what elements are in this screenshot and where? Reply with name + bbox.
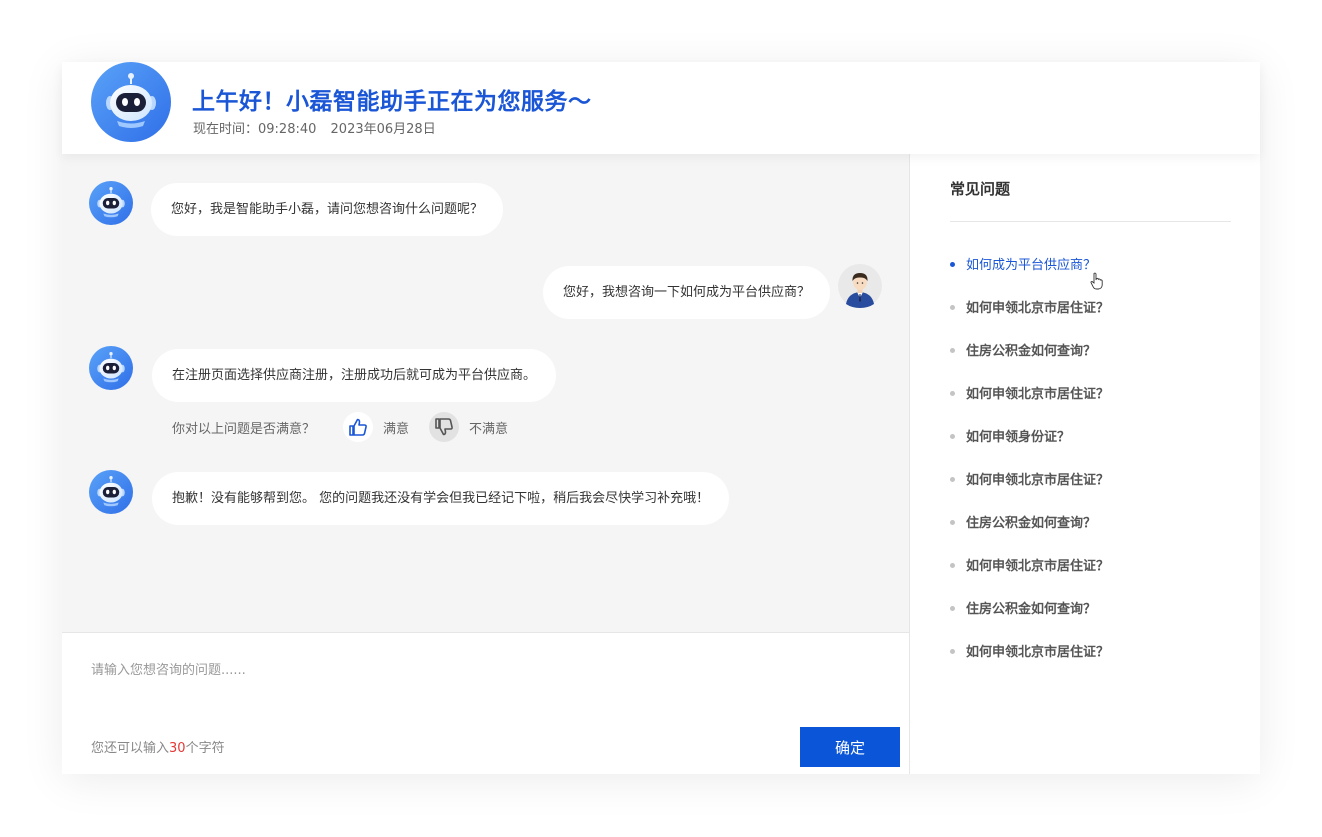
feedback-question: 你对以上问题是否满意？ bbox=[172, 421, 316, 437]
time-label: 现在时间：09:28:40 bbox=[193, 122, 317, 137]
unsatisfied-button[interactable]: 不满意 bbox=[469, 418, 508, 437]
chat-window: 上午好！小磊智能助手正在为您服务～ 现在时间：09:28:40 2023年06月… bbox=[62, 62, 1260, 774]
char-counter-suffix: 个字符 bbox=[185, 741, 225, 756]
question-input[interactable] bbox=[91, 655, 871, 685]
current-time: 现在时间：09:28:40 2023年06月28日 bbox=[193, 118, 446, 137]
bot-avatar-icon bbox=[89, 470, 133, 514]
user-message: 您好，我想咨询一下如何成为平台供应商？ bbox=[542, 266, 830, 319]
bot-avatar-icon bbox=[89, 346, 133, 390]
faq-item[interactable]: 如何申领北京市居住证？ bbox=[950, 383, 1109, 426]
faq-item[interactable]: 住房公积金如何查询？ bbox=[950, 598, 1109, 641]
char-counter-value: 30 bbox=[169, 741, 186, 756]
faq-item[interactable]: 如何成为平台供应商？ bbox=[950, 254, 1109, 297]
user-avatar-icon bbox=[838, 264, 882, 308]
faq-item[interactable]: 住房公积金如何查询？ bbox=[950, 340, 1109, 383]
assistant-avatar-icon bbox=[91, 62, 171, 142]
faq-item[interactable]: 如何申领北京市居住证？ bbox=[950, 469, 1109, 512]
faq-item[interactable]: 如何申领北京市居住证？ bbox=[950, 555, 1109, 598]
faq-item[interactable]: 住房公积金如何查询？ bbox=[950, 512, 1109, 555]
bot-message: 在注册页面选择供应商注册，注册成功后就可成为平台供应商。 bbox=[152, 349, 557, 402]
faq-list: 如何成为平台供应商？ 如何申领北京市居住证？ 住房公积金如何查询？ 如何申领北京… bbox=[950, 254, 1109, 684]
faq-panel: 常见问题 如何成为平台供应商？ 如何申领北京市居住证？ 住房公积金如何查询？ 如… bbox=[909, 154, 1260, 774]
greeting-title: 上午好！小磊智能助手正在为您服务～ bbox=[192, 89, 592, 115]
message-list[interactable]: 您好，我是智能助手小磊，请问您想咨询什么问题呢？ 您好，我想咨询一下如何成为平台… bbox=[62, 154, 909, 632]
thumbs-down-icon[interactable] bbox=[429, 412, 460, 442]
faq-item[interactable]: 如何申领北京市居住证？ bbox=[950, 297, 1109, 340]
char-counter-prefix: 您还可以输入 bbox=[91, 741, 170, 756]
char-counter: 您还可以输入30个字符 bbox=[91, 737, 225, 756]
hand-pointer-icon bbox=[1090, 272, 1103, 290]
faq-title: 常见问题 bbox=[950, 180, 1011, 198]
chat-header: 上午好！小磊智能助手正在为您服务～ 现在时间：09:28:40 2023年06月… bbox=[62, 62, 1260, 154]
submit-button[interactable]: 确定 bbox=[800, 727, 900, 767]
satisfied-button[interactable]: 满意 bbox=[383, 418, 409, 437]
thumbs-up-icon[interactable] bbox=[343, 412, 374, 442]
bot-message: 您好，我是智能助手小磊，请问您想咨询什么问题呢？ bbox=[151, 183, 504, 236]
faq-item[interactable]: 如何申领北京市居住证？ bbox=[950, 641, 1109, 684]
bot-message: 抱歉！没有能够帮到您。 您的问题我还没有学会但我已经记下啦，稍后我会尽快学习补充… bbox=[152, 472, 730, 525]
feedback-bar: 你对以上问题是否满意？ 满意 不满意 bbox=[172, 411, 528, 443]
bot-avatar-icon bbox=[89, 181, 133, 225]
faq-item[interactable]: 如何申领身份证？ bbox=[950, 426, 1109, 469]
date-label: 2023年06月28日 bbox=[330, 122, 436, 137]
input-area: 您还可以输入30个字符 确定 bbox=[62, 632, 909, 774]
faq-divider bbox=[950, 221, 1231, 222]
